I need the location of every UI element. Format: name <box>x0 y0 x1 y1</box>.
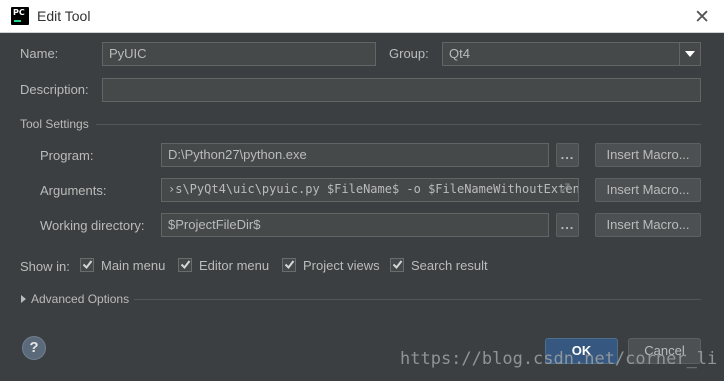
checkmark-icon <box>284 260 295 270</box>
arguments-insert-macro-button[interactable]: Insert Macro... <box>595 178 701 202</box>
tool-settings-heading: Tool Settings <box>20 117 89 131</box>
working-directory-browse-button[interactable]: ... <box>556 213 579 237</box>
search-result-checkbox[interactable] <box>390 258 404 272</box>
editor-menu-checkbox[interactable] <box>178 258 192 272</box>
checkmark-icon <box>180 260 191 270</box>
pycharm-app-icon: PC <box>11 7 29 25</box>
name-input[interactable]: PyUIC <box>102 42 376 66</box>
app-icon-text: PC <box>13 8 25 17</box>
advanced-options-toggle[interactable]: Advanced Options <box>31 292 129 306</box>
editor-menu-checkbox-label: Editor menu <box>199 258 270 273</box>
close-icon[interactable]: ✕ <box>694 6 710 28</box>
show-in-label: Show in: <box>20 259 70 274</box>
project-views-checkbox-label: Project views <box>303 258 380 273</box>
checkmark-icon <box>392 260 403 270</box>
checkmark-icon <box>82 260 93 270</box>
search-result-checkbox-label: Search result <box>411 258 488 273</box>
program-label: Program: <box>40 148 94 163</box>
chevron-down-icon <box>685 51 695 57</box>
description-label: Description: <box>20 82 89 97</box>
main-menu-checkbox-label: Main menu <box>101 258 166 273</box>
dropdown-arrow-button[interactable] <box>679 43 700 65</box>
working-directory-insert-macro-button[interactable]: Insert Macro... <box>595 213 701 237</box>
program-input[interactable]: D:\Python27\python.exe <box>161 143 549 167</box>
working-directory-input[interactable]: $ProjectFileDir$ <box>161 213 549 237</box>
help-button[interactable]: ? <box>22 336 46 360</box>
window-title: Edit Tool <box>37 8 91 24</box>
app-icon-bar <box>14 20 21 22</box>
description-input[interactable] <box>102 78 701 102</box>
tool-settings-separator <box>96 124 701 125</box>
program-insert-macro-button[interactable]: Insert Macro... <box>595 143 701 167</box>
title-bar: PC Edit Tool ✕ <box>0 0 724 33</box>
arguments-label: Arguments: <box>40 183 107 198</box>
name-label: Name: <box>20 46 59 61</box>
watermark-text: https://blog.csdn.net/corner_li <box>400 349 718 369</box>
chevron-right-icon[interactable] <box>21 295 26 303</box>
program-browse-button[interactable]: ... <box>556 143 579 167</box>
working-directory-label: Working directory: <box>40 218 145 233</box>
arguments-value: ›s\PyQt4\uic\pyuic.py $FileName$ -o $Fil… <box>168 182 579 196</box>
arguments-input[interactable]: ›s\PyQt4\uic\pyuic.py $FileName$ -o $Fil… <box>161 178 579 202</box>
main-menu-checkbox[interactable] <box>80 258 94 272</box>
group-select-value: Qt4 <box>449 46 470 61</box>
group-select[interactable]: Qt4 <box>442 42 701 66</box>
advanced-options-separator <box>134 299 701 300</box>
group-label: Group: <box>389 46 429 61</box>
expand-field-icon[interactable] <box>560 183 570 193</box>
project-views-checkbox[interactable] <box>282 258 296 272</box>
